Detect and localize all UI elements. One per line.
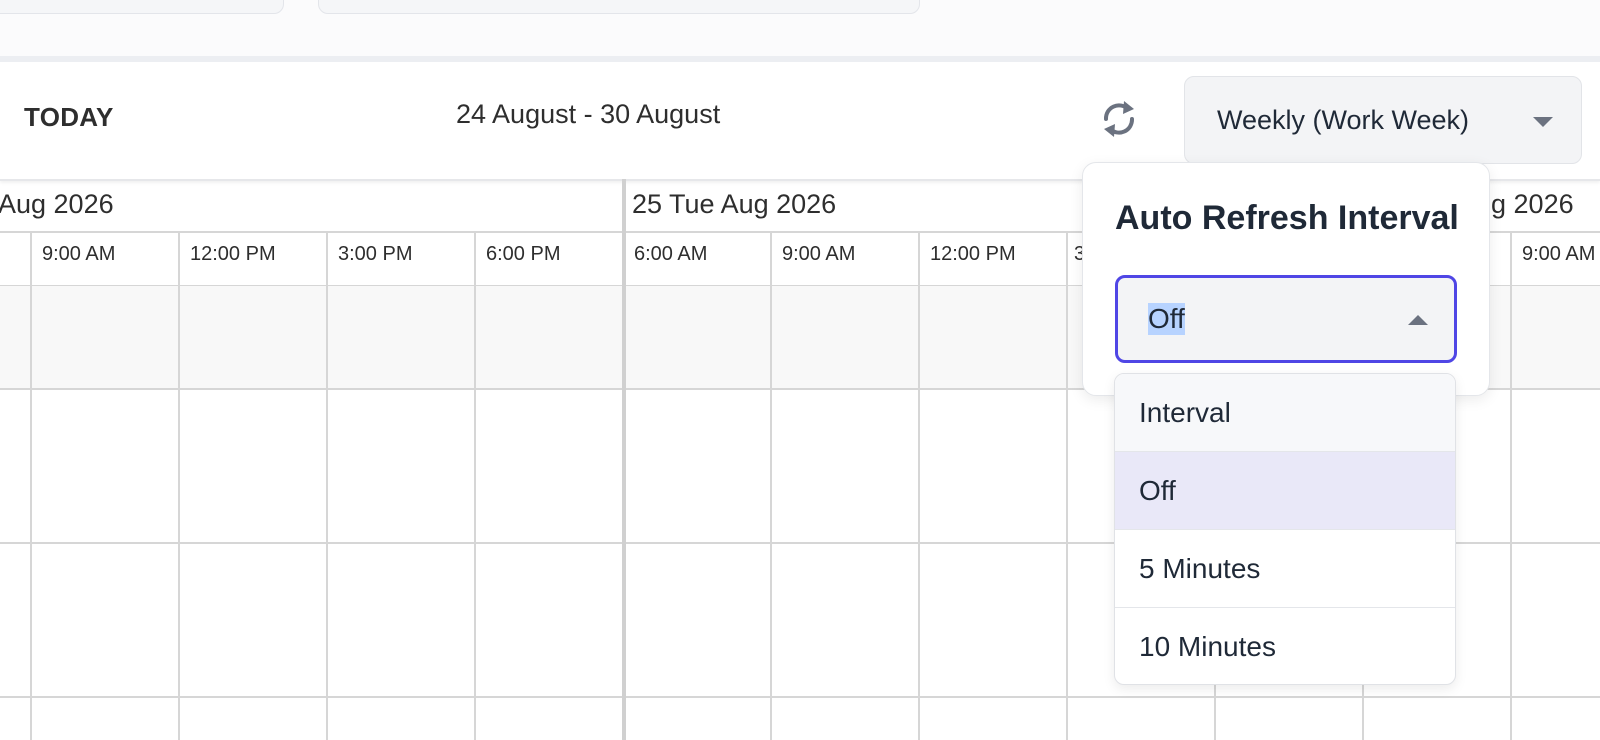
grid-line xyxy=(0,696,1600,698)
chevron-down-icon xyxy=(1533,117,1553,127)
time-label: 6:00 PM xyxy=(486,243,561,265)
column-line xyxy=(1066,231,1068,740)
auto-refresh-popover: Auto Refresh Interval Off xyxy=(1082,162,1490,396)
top-search-partial[interactable] xyxy=(318,0,920,14)
time-label: 9:00 AM xyxy=(1522,243,1596,265)
time-label: 6:00 AM xyxy=(634,243,708,265)
day-header-tue: 25 Tue Aug 2026 xyxy=(632,189,837,219)
refresh-button[interactable] xyxy=(1096,96,1142,142)
column-line xyxy=(770,231,772,740)
refresh-interval-select[interactable]: Off xyxy=(1115,275,1457,363)
time-label: 12:00 PM xyxy=(930,243,1016,265)
option-off[interactable]: Off xyxy=(1115,452,1455,530)
column-line xyxy=(1510,231,1512,740)
column-line xyxy=(474,231,476,740)
date-range-label: 24 August - 30 August xyxy=(456,99,721,129)
day-separator xyxy=(622,179,626,740)
refresh-interval-options: Interval Off 5 Minutes 10 Minutes xyxy=(1114,373,1456,685)
refresh-icon xyxy=(1104,101,1134,137)
time-label: 12:00 PM xyxy=(190,243,276,265)
time-label: 3:00 PM xyxy=(338,243,413,265)
column-line xyxy=(326,231,328,740)
column-line xyxy=(178,231,180,740)
option-interval: Interval xyxy=(1115,374,1455,452)
day-header-wed: ug 2026 xyxy=(1476,189,1574,219)
top-input-partial[interactable] xyxy=(0,0,284,14)
time-label: 9:00 AM xyxy=(42,243,116,265)
option-10-minutes[interactable]: 10 Minutes xyxy=(1115,608,1455,684)
popover-title: Auto Refresh Interval xyxy=(1115,199,1459,237)
column-line xyxy=(918,231,920,740)
view-mode-value: Weekly (Work Week) xyxy=(1217,105,1470,135)
top-bar xyxy=(0,0,1600,62)
view-mode-select[interactable]: Weekly (Work Week) xyxy=(1184,76,1582,164)
refresh-interval-value: Off xyxy=(1148,303,1185,335)
today-button[interactable]: TODAY xyxy=(24,102,114,133)
time-label: 9:00 AM xyxy=(782,243,856,265)
chevron-up-icon xyxy=(1408,315,1428,325)
option-5-minutes[interactable]: 5 Minutes xyxy=(1115,530,1455,608)
day-header-mon: Aug 2026 xyxy=(0,189,114,219)
column-line xyxy=(30,231,32,740)
